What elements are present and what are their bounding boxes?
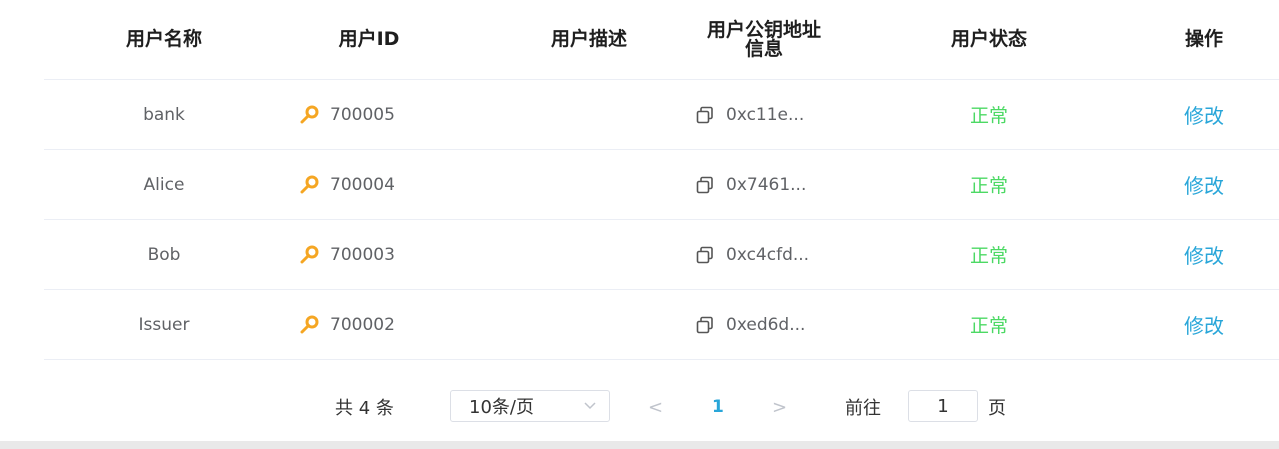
edit-button[interactable]: 修改 [1184, 170, 1224, 199]
user-id: 700003 [330, 244, 395, 265]
actions-cell: 修改 [1149, 150, 1259, 219]
status-cell: 正常 [914, 290, 1064, 359]
public-key: 0xc11e... [726, 104, 805, 125]
user-name: bank [143, 104, 185, 125]
public-key-cell: 0x7461... [684, 150, 844, 219]
user-name: Issuer [138, 314, 190, 335]
user-id: 700005 [330, 104, 395, 125]
page-size-select[interactable]: 10条/页 [450, 390, 610, 422]
public-key-cell: 0xc11e... [684, 80, 844, 149]
user-table: 用户名称 用户ID 用户描述 用户公钥地址 信息 用户状态 操作 bank 70… [44, 0, 1279, 360]
goto-label: 前往 [845, 398, 881, 419]
column-header-username: 用户名称 [125, 28, 202, 50]
public-key: 0x7461... [726, 174, 807, 195]
user-name: Bob [147, 244, 181, 265]
goto-page-input[interactable] [908, 390, 978, 422]
copy-icon[interactable] [696, 176, 714, 194]
key-icon [300, 105, 319, 123]
table-row: Issuer 700002 0xed6d... 正常 修改 [44, 290, 1279, 360]
user-description [514, 220, 664, 289]
key-icon [300, 315, 319, 333]
prev-page-button[interactable]: < [648, 397, 663, 418]
user-id: 700004 [330, 174, 395, 195]
edit-button[interactable]: 修改 [1184, 310, 1224, 339]
table-row: Bob 700003 0xc4cfd... 正常 修改 [44, 220, 1279, 290]
edit-button[interactable]: 修改 [1184, 240, 1224, 269]
status-badge: 正常 [969, 175, 1008, 197]
edit-button[interactable]: 修改 [1184, 100, 1224, 129]
page-number-current[interactable]: 1 [712, 397, 724, 417]
column-header-actions: 操作 [1184, 28, 1223, 50]
page-unit-label: 页 [988, 398, 1006, 419]
user-id-cell: 700004 [284, 150, 454, 219]
page-size-value: 10条/页 [469, 397, 534, 418]
status-badge: 正常 [969, 315, 1008, 337]
table-header: 用户名称 用户ID 用户描述 用户公钥地址 信息 用户状态 操作 [44, 0, 1279, 80]
copy-icon[interactable] [696, 246, 714, 264]
public-key-cell: 0xc4cfd... [684, 220, 844, 289]
status-cell: 正常 [914, 220, 1064, 289]
user-name: Alice [143, 174, 185, 195]
user-description [514, 290, 664, 359]
chevron-down-icon [584, 402, 596, 410]
column-header-description: 用户描述 [550, 28, 627, 50]
column-header-public-key: 用户公钥地址 信息 [706, 18, 821, 60]
copy-icon[interactable] [696, 316, 714, 334]
status-cell: 正常 [914, 150, 1064, 219]
actions-cell: 修改 [1149, 80, 1259, 149]
horizontal-scrollbar[interactable] [0, 441, 1279, 449]
actions-cell: 修改 [1149, 220, 1259, 289]
copy-icon[interactable] [696, 106, 714, 124]
next-page-button[interactable]: > [772, 397, 787, 418]
user-id-cell: 700002 [284, 290, 454, 359]
actions-cell: 修改 [1149, 290, 1259, 359]
public-key-cell: 0xed6d... [684, 290, 844, 359]
key-icon [300, 175, 319, 193]
column-header-userid: 用户ID [338, 28, 400, 50]
column-header-status: 用户状态 [950, 28, 1027, 50]
user-id-cell: 700005 [284, 80, 454, 149]
status-cell: 正常 [914, 80, 1064, 149]
user-id-cell: 700003 [284, 220, 454, 289]
key-icon [300, 245, 319, 263]
user-id: 700002 [330, 314, 395, 335]
table-row: Alice 700004 0x7461... 正常 修改 [44, 150, 1279, 220]
public-key: 0xc4cfd... [726, 244, 810, 265]
status-badge: 正常 [969, 105, 1008, 127]
status-badge: 正常 [969, 245, 1008, 267]
user-description [514, 80, 664, 149]
user-description [514, 150, 664, 219]
table-row: bank 700005 0xc11e... 正常 修改 [44, 80, 1279, 150]
pagination: 共 4 条 10条/页 < 1 > 前往 页 [0, 385, 1279, 429]
pagination-total: 共 4 条 [335, 398, 394, 419]
public-key: 0xed6d... [726, 314, 806, 335]
